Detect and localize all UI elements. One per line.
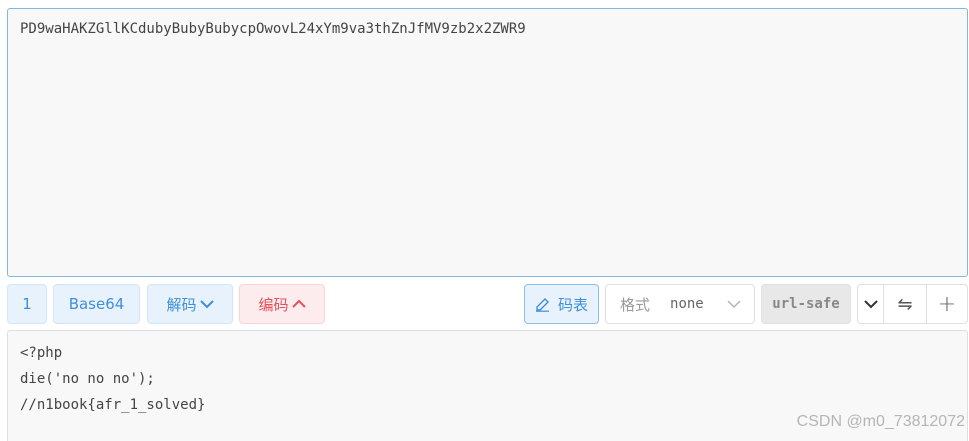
- count-label: 1: [22, 295, 32, 313]
- swap-icon: ⇋: [897, 293, 913, 315]
- toolbar: 1 Base64 解码 编码 码表 格式 none url-safe ⇋ +: [0, 284, 969, 324]
- chevron-down-icon: [199, 295, 214, 313]
- format-label: 格式: [620, 295, 651, 314]
- codec-label: Base64: [68, 295, 125, 313]
- code-table-button[interactable]: 码表: [524, 284, 599, 324]
- encode-button[interactable]: 编码: [239, 284, 325, 324]
- chevron-up-icon: [291, 295, 306, 313]
- decode-label: 解码: [166, 295, 197, 314]
- format-select[interactable]: 格式 none: [605, 284, 755, 324]
- encode-label: 编码: [258, 295, 289, 314]
- input-textarea[interactable]: PD9waHAKZGllKCdubyBubyBubycpOwovL24xYm9v…: [7, 8, 968, 277]
- chevron-down-icon: [726, 295, 742, 317]
- url-safe-toggle[interactable]: url-safe: [761, 284, 851, 324]
- action-button-group: ⇋ +: [857, 284, 968, 324]
- code-table-label: 码表: [557, 295, 588, 314]
- add-button[interactable]: +: [926, 285, 967, 323]
- pencil-icon: [535, 297, 550, 312]
- format-value: none: [670, 296, 704, 312]
- decode-button[interactable]: 解码: [147, 284, 233, 324]
- options-dropdown-button[interactable]: [858, 285, 883, 323]
- url-safe-label: url-safe: [772, 296, 840, 312]
- count-badge[interactable]: 1: [7, 284, 47, 324]
- swap-button[interactable]: ⇋: [883, 285, 926, 323]
- codec-select-button[interactable]: Base64: [53, 284, 140, 324]
- plus-icon: +: [937, 291, 957, 317]
- chevron-down-icon: [863, 298, 879, 310]
- watermark: CSDN @m0_73812072: [796, 413, 965, 430]
